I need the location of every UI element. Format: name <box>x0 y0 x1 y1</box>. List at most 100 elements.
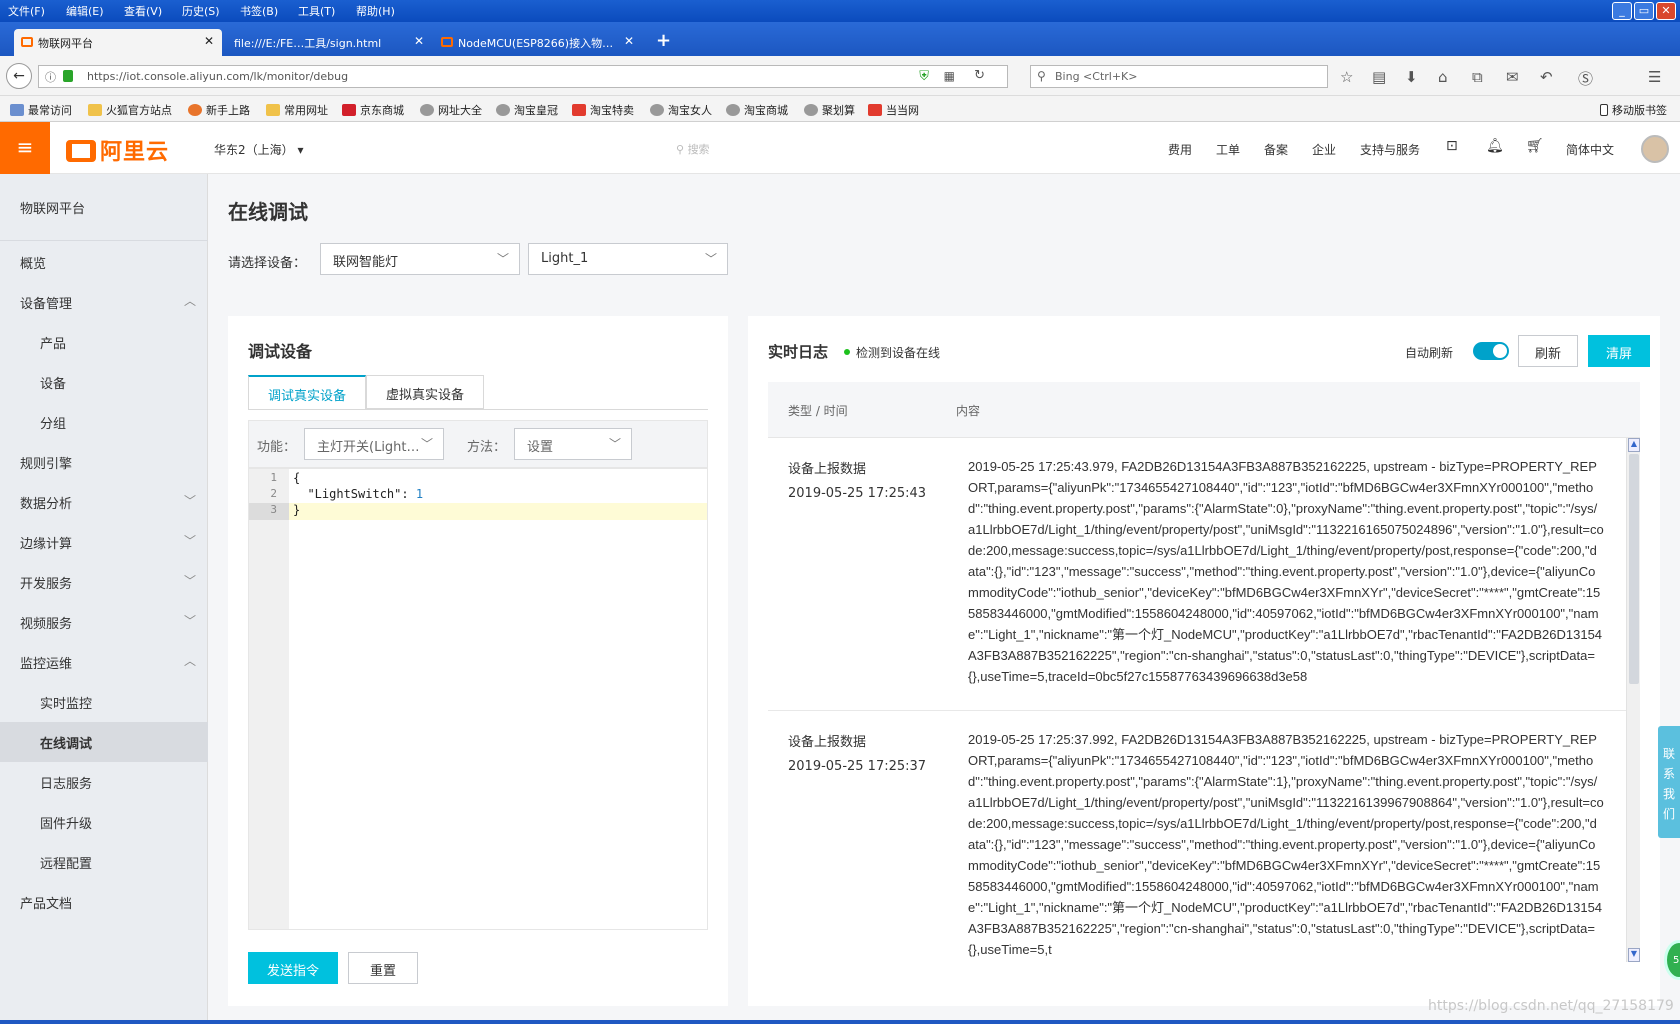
qr-code-icon[interactable]: ▦ <box>944 69 955 83</box>
language-selector[interactable]: 简体中文 <box>1566 141 1614 158</box>
code-editor[interactable]: 1 2 3 { "LightSwitch": 1 } <box>248 468 708 930</box>
product-select[interactable]: 联网智能灯 ﹀ <box>320 243 520 275</box>
tab-iot-platform[interactable]: 物联网平台 ✕ <box>14 29 222 56</box>
terminal-icon[interactable]: ⊡ <box>1446 138 1458 154</box>
tab-sign-html[interactable]: file:///E:/FE…工具/sign.html ✕ <box>224 29 432 56</box>
tab-virtual-device[interactable]: 虚拟真实设备 <box>366 375 484 409</box>
chat-icon[interactable]: ✉ <box>1506 68 1519 86</box>
bookmark-item[interactable]: 淘宝皇冠 <box>496 102 558 118</box>
close-tab-icon[interactable]: ✕ <box>204 34 214 48</box>
nav-enterprise[interactable]: 企业 <box>1312 141 1336 158</box>
browser-navbar: ← ⓘ https://iot.console.aliyun.com/lk/mo… <box>0 56 1680 96</box>
close-tab-icon[interactable]: ✕ <box>624 34 634 48</box>
region-selector[interactable]: 华东2（上海） ▾ <box>214 141 304 158</box>
contact-us-tab[interactable]: 联系我们 <box>1658 726 1680 838</box>
nav-fees[interactable]: 费用 <box>1168 141 1192 158</box>
menu-help[interactable]: 帮助(H) <box>356 3 395 19</box>
scroll-up-icon[interactable]: ▲ <box>1628 438 1640 452</box>
sidebar-item-online-debug[interactable]: 在线调试 <box>0 722 208 762</box>
clear-screen-button[interactable]: 清屏 <box>1588 335 1650 367</box>
code-line: } <box>293 503 301 517</box>
extension-icon[interactable]: Ⓢ <box>1578 68 1593 89</box>
hamburger-menu-icon[interactable]: ☰ <box>1648 68 1661 86</box>
tab-underline <box>248 409 708 410</box>
function-select[interactable]: 主灯开关(Light… ﹀ <box>304 428 444 460</box>
bookmark-item[interactable]: 网址大全 <box>420 102 482 118</box>
code-line: "LightSwitch": 1 <box>293 487 424 501</box>
menu-edit[interactable]: 编辑(E) <box>66 3 104 19</box>
sidebar-item-realtime-monitor[interactable]: 实时监控 <box>0 682 208 722</box>
device-select[interactable]: Light_1 ﹀ <box>528 243 728 275</box>
download-icon[interactable]: ⬇ <box>1405 68 1418 86</box>
nav-support[interactable]: 支持与服务 <box>1360 141 1420 158</box>
shield-icon[interactable]: ⛨ <box>919 69 929 84</box>
bookmark-item[interactable]: 火狐官方站点 <box>88 102 172 118</box>
scrollbar-thumb[interactable] <box>1629 454 1639 684</box>
avatar[interactable] <box>1641 135 1669 163</box>
reload-icon[interactable]: ↻ <box>974 68 985 83</box>
console-menu-button[interactable]: ≡ <box>0 122 50 174</box>
sidebar-item-overview[interactable]: 概览 <box>0 242 208 282</box>
sidebar-item-rules-engine[interactable]: 规则引擎 <box>0 442 208 482</box>
console-search[interactable]: ⚲ 搜索 <box>676 141 710 157</box>
sidebar-item-dev-services[interactable]: 开发服务 ﹀ <box>0 562 208 602</box>
sidebar-item-video-services[interactable]: 视频服务 ﹀ <box>0 602 208 642</box>
bookmark-item[interactable]: 新手上路 <box>188 102 250 118</box>
send-command-button[interactable]: 发送指令 <box>248 952 338 984</box>
sidebar-item-product-docs[interactable]: 产品文档 <box>0 882 208 922</box>
screenshot-icon[interactable]: ⧉ <box>1472 68 1483 86</box>
menu-history[interactable]: 历史(S) <box>182 3 220 19</box>
sidebar-item-log-service[interactable]: 日志服务 <box>0 762 208 802</box>
bookmark-item[interactable]: 淘宝女人 <box>650 102 712 118</box>
aliyun-logo[interactable]: 阿里云 <box>66 134 169 166</box>
reset-button[interactable]: 重置 <box>348 952 418 984</box>
tab-nodemcu[interactable]: NodeMCU(ESP8266)接入物… ✕ <box>434 29 642 56</box>
sidebar-item-firmware-upgrade[interactable]: 固件升级 <box>0 802 208 842</box>
menu-file[interactable]: 文件(F) <box>8 3 45 19</box>
sidebar-item-groups[interactable]: 分组 <box>0 402 208 442</box>
bookmark-item[interactable]: 当当网 <box>868 102 919 118</box>
maximize-button[interactable]: ▭ <box>1634 2 1654 20</box>
tab-real-device[interactable]: 调试真实设备 <box>248 375 366 409</box>
refresh-button[interactable]: 刷新 <box>1518 335 1578 367</box>
bookmark-item[interactable]: 聚划算 <box>804 102 855 118</box>
reading-list-icon[interactable]: ▤ <box>1372 68 1386 86</box>
bookmark-item[interactable]: 淘宝商城 <box>726 102 788 118</box>
log-scrollbar[interactable]: ▲ ▼ <box>1626 438 1640 962</box>
search-input[interactable]: ⚲ Bing <Ctrl+K> <box>1030 65 1328 88</box>
scroll-down-icon[interactable]: ▼ <box>1628 948 1640 962</box>
nav-filing[interactable]: 备案 <box>1264 141 1288 158</box>
bookmark-item[interactable]: 常用网址 <box>266 102 328 118</box>
mobile-bookmarks[interactable]: 移动版书签 <box>1600 102 1667 118</box>
menu-tools[interactable]: 工具(T) <box>298 3 335 19</box>
undo-icon[interactable]: ↶ <box>1540 68 1553 86</box>
bell-icon[interactable]: 🔔︎ <box>1486 138 1504 154</box>
close-tab-icon[interactable]: ✕ <box>414 34 424 48</box>
star-icon[interactable]: ☆ <box>1340 68 1353 86</box>
method-select[interactable]: 设置 ﹀ <box>514 428 632 460</box>
minimize-button[interactable]: _ <box>1612 2 1632 20</box>
auto-refresh-toggle[interactable] <box>1473 342 1509 360</box>
menu-bookmarks[interactable]: 书签(B) <box>240 3 278 19</box>
cart-icon[interactable]: 🛒︎ <box>1526 138 1544 154</box>
sidebar-item-device-management[interactable]: 设备管理 ︿ <box>0 282 208 322</box>
menu-view[interactable]: 查看(V) <box>124 3 162 19</box>
new-tab-button[interactable]: + <box>656 30 671 51</box>
bookmark-item[interactable]: 淘宝特卖 <box>572 102 634 118</box>
sidebar-item-data-analysis[interactable]: 数据分析 ﹀ <box>0 482 208 522</box>
close-window-button[interactable]: ✕ <box>1656 2 1676 20</box>
home-icon[interactable]: ⌂ <box>1438 68 1448 86</box>
bookmark-item[interactable]: 最常访问 <box>10 102 72 118</box>
sidebar-item-devices[interactable]: 设备 <box>0 362 208 402</box>
url-bar[interactable]: ⓘ https://iot.console.aliyun.com/lk/moni… <box>38 65 1008 88</box>
back-button[interactable]: ← <box>6 63 32 89</box>
sidebar-item-remote-config[interactable]: 远程配置 <box>0 842 208 882</box>
sidebar-item-edge-computing[interactable]: 边缘计算 ﹀ <box>0 522 208 562</box>
realtime-log-card: 实时日志 检测到设备在线 自动刷新 刷新 清屏 类型 / 时间 内容 设备上报数… <box>748 316 1660 1006</box>
info-icon[interactable]: ⓘ <box>45 69 56 85</box>
nav-tickets[interactable]: 工单 <box>1216 141 1240 158</box>
browser-tabstrip: 物联网平台 ✕ file:///E:/FE…工具/sign.html ✕ Nod… <box>0 22 1680 56</box>
sidebar-item-monitoring[interactable]: 监控运维 ︿ <box>0 642 208 682</box>
bookmark-item[interactable]: 京东商城 <box>342 102 404 118</box>
sidebar-item-products[interactable]: 产品 <box>0 322 208 362</box>
